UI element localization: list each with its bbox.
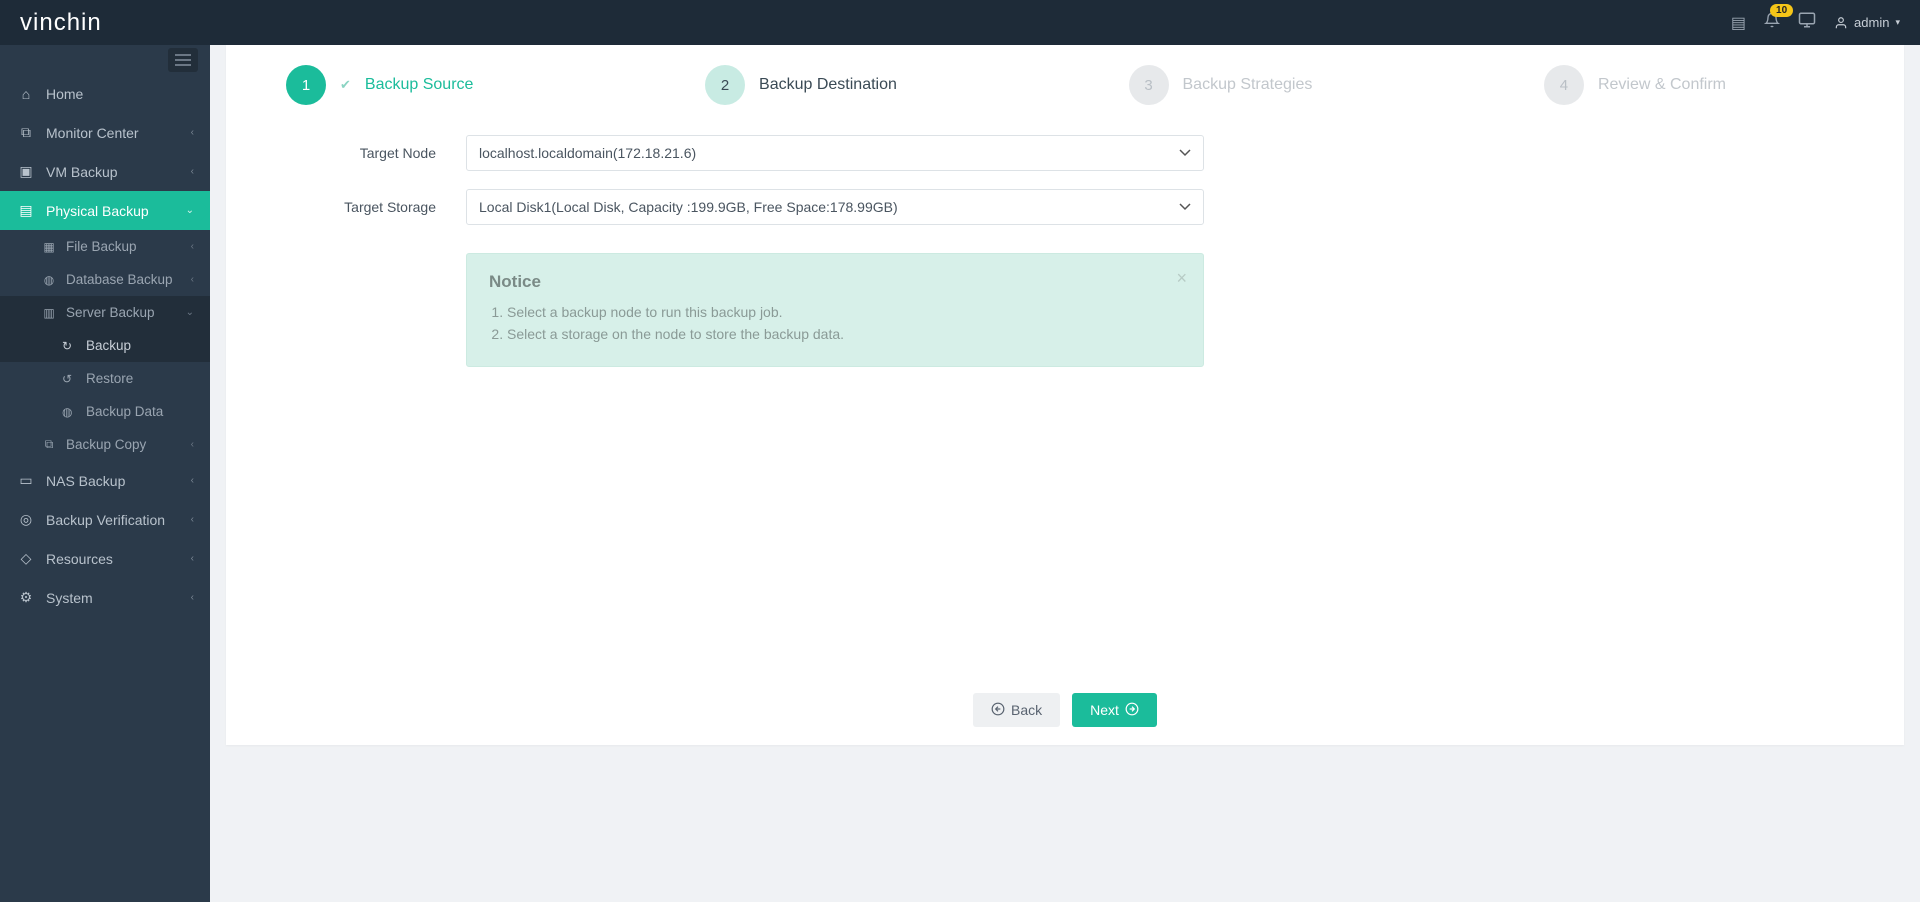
server-icon: ▤ [16,202,36,219]
form-area: Target Node localhost.localdomain(172.18… [226,135,1526,367]
row-target-storage: Target Storage Local Disk1(Local Disk, C… [286,189,1466,225]
chevron-left-icon: ‹ [191,553,194,564]
chevron-left-icon: ‹ [191,439,194,450]
disk-icon: ◍ [62,405,78,419]
chevron-down-icon: ⌄ [186,205,194,216]
sidebar-toggle-row [0,45,210,75]
resources-icon: ◇ [16,550,36,567]
topbar: vinchin ▤ 10 admin ▾ [0,0,1920,45]
arrow-right-icon [1125,702,1139,719]
notice-box: × Notice Select a backup node to run thi… [466,253,1204,367]
nav-server-backup[interactable]: ▥ Server Backup ⌄ [0,296,210,329]
verify-icon: ◎ [16,511,36,528]
sidebar: ⌂ Home ⧉ Monitor Center ‹ ▣ VM Backup ‹ … [0,45,210,902]
nav-nas-backup[interactable]: ▭ NAS Backup ‹ [0,461,210,500]
chevron-left-icon: ‹ [191,475,194,486]
chevron-left-icon: ‹ [191,241,194,252]
list-icon[interactable]: ▤ [1731,13,1746,33]
chart-icon: ⧉ [16,124,36,141]
nav-system[interactable]: ⚙ System ‹ [0,578,210,617]
arrow-left-icon [991,702,1005,719]
check-icon: ✔ [340,77,351,93]
next-button[interactable]: Next [1072,693,1157,727]
file-icon: ▦ [40,240,58,254]
brand-logo: vinchin [20,9,102,37]
database-icon: ◍ [40,273,58,287]
chevron-left-icon: ‹ [191,514,194,525]
select-target-storage[interactable]: Local Disk1(Local Disk, Capacity :199.9G… [466,189,1204,225]
nav-restore[interactable]: ↺ Restore [0,362,210,395]
close-icon[interactable]: × [1176,268,1187,289]
nav-home[interactable]: ⌂ Home [0,75,210,113]
content-area: 1 ✔ Backup Source 2 Backup Destination 3… [210,45,1920,902]
main-panel: 1 ✔ Backup Source 2 Backup Destination 3… [226,45,1904,745]
vm-icon: ▣ [16,163,36,180]
monitor-icon[interactable] [1798,11,1816,34]
notice-list: Select a backup node to run this backup … [489,304,1181,342]
undo-icon: ↺ [62,372,78,386]
footer-buttons: Back Next [226,693,1904,727]
server-stack-icon: ▥ [40,306,58,320]
step-review-confirm[interactable]: 4 Review & Confirm [1544,65,1726,105]
hamburger-icon[interactable] [168,48,198,72]
user-menu[interactable]: admin ▾ [1834,15,1900,30]
chevron-down-icon: ⌄ [186,307,194,318]
nav-monitor[interactable]: ⧉ Monitor Center ‹ [0,113,210,152]
gear-icon: ⚙ [16,589,36,606]
nav-database-backup[interactable]: ◍ Database Backup ‹ [0,263,210,296]
nav-backup-verification[interactable]: ◎ Backup Verification ‹ [0,500,210,539]
chevron-left-icon: ‹ [191,166,194,177]
bell-icon[interactable]: 10 [1764,12,1780,33]
label-target-storage: Target Storage [286,199,466,215]
nav-vm-backup[interactable]: ▣ VM Backup ‹ [0,152,210,191]
step-backup-source[interactable]: 1 ✔ Backup Source [286,65,473,105]
nav-backup-data[interactable]: ◍ Backup Data [0,395,210,428]
nav-backup-copy[interactable]: ⧉ Backup Copy ‹ [0,428,210,461]
refresh-icon: ↻ [62,339,78,353]
nav-physical-backup[interactable]: ▤ Physical Backup ⌄ [0,191,210,230]
row-target-node: Target Node localhost.localdomain(172.18… [286,135,1466,171]
topbar-right: ▤ 10 admin ▾ [1731,11,1900,34]
copy-icon: ⧉ [40,437,58,452]
select-target-node[interactable]: localhost.localdomain(172.18.21.6) [466,135,1204,171]
wizard-steps: 1 ✔ Backup Source 2 Backup Destination 3… [226,65,1786,135]
home-icon: ⌂ [16,86,36,102]
chevron-left-icon: ‹ [191,127,194,138]
label-target-node: Target Node [286,145,466,161]
notification-badge: 10 [1770,4,1793,17]
chevron-left-icon: ‹ [191,592,194,603]
back-button[interactable]: Back [973,693,1060,727]
nav-resources[interactable]: ◇ Resources ‹ [0,539,210,578]
step-backup-strategies[interactable]: 3 Backup Strategies [1129,65,1313,105]
nav-file-backup[interactable]: ▦ File Backup ‹ [0,230,210,263]
nav-backup[interactable]: ↻ Backup [0,329,210,362]
step-backup-destination[interactable]: 2 Backup Destination [705,65,897,105]
notice-title: Notice [489,272,1181,292]
chevron-left-icon: ‹ [191,274,194,285]
nas-icon: ▭ [16,472,36,489]
